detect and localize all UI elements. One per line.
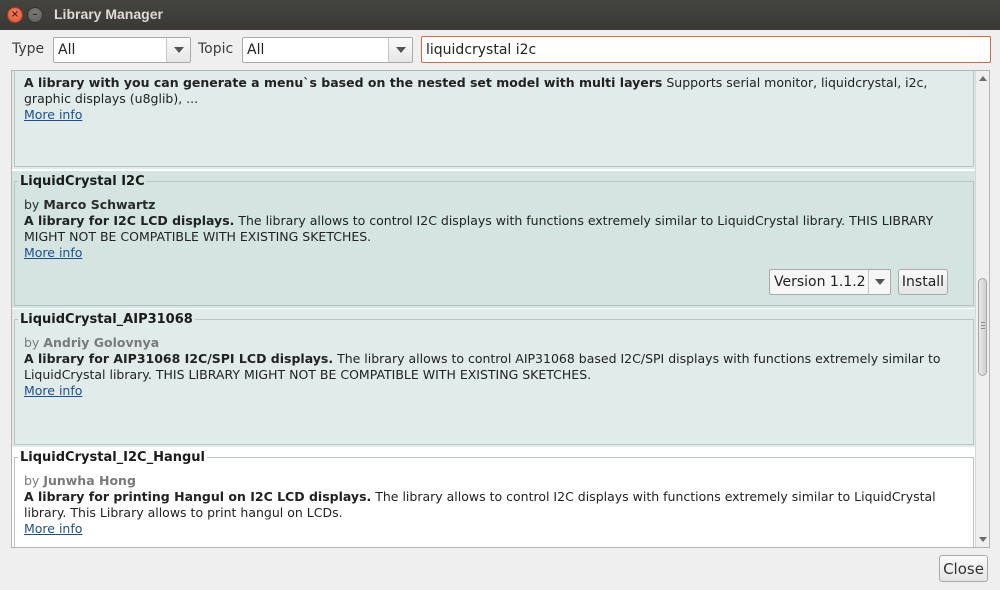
library-description-summary: A library for printing Hangul on I2C LCD…	[24, 489, 372, 504]
topic-dropdown-value: All	[247, 42, 265, 58]
vertical-scrollbar[interactable]	[975, 71, 989, 547]
library-author: by Andriy Golovnya	[24, 335, 159, 350]
library-name: LiquidCrystal I2C	[18, 174, 147, 189]
title-bar: × – Library Manager	[0, 0, 1000, 30]
more-info-link[interactable]: More info	[24, 245, 82, 260]
grip-line	[981, 322, 985, 323]
version-dropdown-value: Version 1.1.2	[774, 274, 866, 290]
chevron-down-icon[interactable]	[868, 270, 890, 294]
chevron-down-icon[interactable]	[166, 38, 190, 62]
author-prefix: by	[24, 473, 44, 488]
close-button[interactable]: Close	[939, 555, 988, 582]
library-name: LiquidCrystal_AIP31068	[18, 312, 195, 327]
type-dropdown-value: All	[58, 42, 76, 58]
library-description-summary: A library for AIP31068 I2C/SPI LCD displ…	[24, 351, 334, 366]
author-name: Marco Schwartz	[43, 197, 156, 212]
type-label: Type	[12, 41, 45, 57]
more-info-link[interactable]: More info	[24, 383, 82, 398]
more-info-link[interactable]: More info	[24, 107, 82, 122]
list-item[interactable]: LiquidCrystal_AIP31068 by Andriy Golovny…	[12, 309, 976, 447]
chevron-down-icon[interactable]	[388, 38, 412, 62]
author-name: Andriy Golovnya	[43, 335, 160, 350]
library-description: A library for AIP31068 I2C/SPI LCD displ…	[24, 351, 944, 383]
list-item: A library with you can generate a menu`s…	[12, 71, 976, 169]
list-item[interactable]: LiquidCrystal I2C by Marco Schwartz A li…	[12, 171, 976, 308]
window-minimize-icon[interactable]: –	[27, 7, 43, 23]
library-name: LiquidCrystal_I2C_Hangul	[18, 450, 208, 465]
library-author: by Junwha Hong	[24, 473, 136, 488]
author-prefix: by	[24, 335, 44, 350]
search-input[interactable]	[421, 36, 991, 63]
window-close-icon[interactable]: ×	[7, 7, 23, 23]
library-description-summary: A library for I2C LCD displays.	[24, 213, 235, 228]
scroll-down-icon[interactable]	[979, 537, 987, 542]
author-name: Junwha Hong	[43, 473, 136, 488]
more-info-link[interactable]: More info	[24, 521, 82, 536]
type-dropdown[interactable]: All	[53, 37, 191, 63]
window-title: Library Manager	[54, 6, 163, 22]
grip-line	[981, 328, 985, 329]
scrollbar-thumb[interactable]	[978, 278, 987, 376]
library-description: A library for I2C LCD displays. The libr…	[24, 213, 944, 245]
author-prefix: by	[24, 197, 44, 212]
install-button[interactable]: Install	[898, 269, 948, 295]
scroll-up-icon[interactable]	[979, 76, 987, 81]
version-dropdown[interactable]: Version 1.1.2	[769, 269, 891, 295]
library-description: A library with you can generate a menu`s…	[24, 75, 944, 107]
library-author: by Marco Schwartz	[24, 197, 155, 212]
topic-dropdown[interactable]: All	[242, 37, 413, 63]
topic-label: Topic	[198, 41, 234, 57]
library-description: A library for printing Hangul on I2C LCD…	[24, 489, 944, 521]
library-description-summary: A library with you can generate a menu`s…	[24, 75, 663, 90]
grip-line	[981, 325, 985, 326]
library-list[interactable]: A library with you can generate a menu`s…	[11, 70, 990, 548]
list-item[interactable]: LiquidCrystal_I2C_Hangul by Junwha Hong …	[12, 447, 976, 547]
